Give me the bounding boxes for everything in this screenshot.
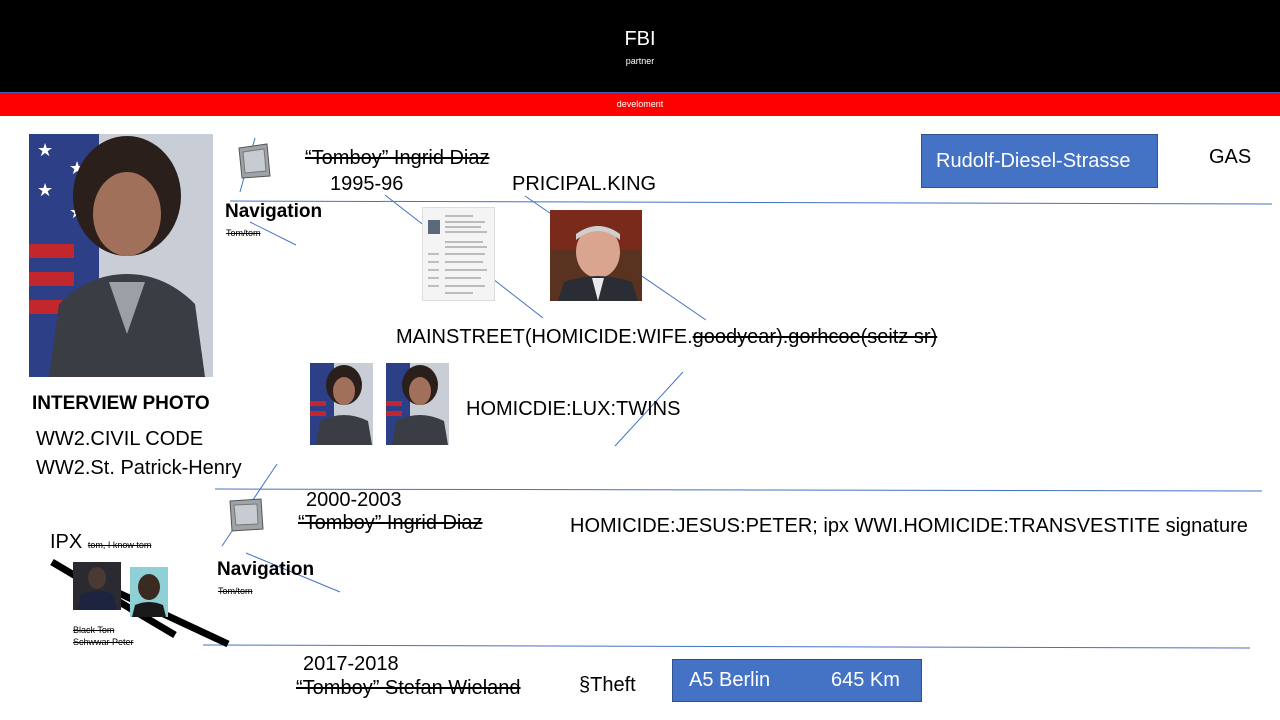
- gps-device-icon: [236, 142, 272, 180]
- divider-line-1: [229, 200, 1273, 205]
- gas-label: GAS: [1209, 146, 1252, 168]
- interview-photo-caption: INTERVIEW PHOTO: [32, 393, 210, 414]
- king-portrait-photo: [550, 210, 642, 301]
- divider-line-3: [202, 644, 1251, 649]
- ipx-text: IPX: [50, 531, 83, 553]
- suspect-photo-2: [130, 567, 168, 617]
- theft-label: §Theft: [579, 674, 636, 696]
- suspect-caption-1: Black Tom: [73, 625, 115, 635]
- suspect-name-3: “Tomboy” Stefan Wieland: [296, 677, 521, 699]
- suspect-name-2: “Tomboy” Ingrid Diaz: [298, 512, 483, 534]
- ipx-label: IPX tom, I know tom: [50, 531, 151, 554]
- ipx-note: tom, I know tom: [87, 540, 152, 550]
- svg-text:★: ★: [37, 180, 53, 201]
- svg-text:★: ★: [37, 140, 53, 161]
- street-box: Rudolf-Diesel-Strasse: [921, 134, 1158, 188]
- route-road: A5 Berlin: [689, 669, 771, 691]
- suspect-photo-1: [73, 562, 121, 610]
- mainstreet-text: MAINSTREET(HOMICIDE:WIFE.goodyear).gorhc…: [396, 326, 937, 349]
- route-distance: 645 Km: [831, 669, 900, 691]
- navigation-label: Navigation: [225, 201, 323, 222]
- street-box-label: Rudolf-Diesel-Strasse: [936, 150, 1131, 172]
- navigation-label-2: Navigation: [217, 559, 315, 580]
- period-years-2: 2000-2003: [306, 489, 402, 511]
- period-years-3: 2017-2018: [303, 653, 399, 675]
- homicide-text: HOMICIDE:JESUS:PETER; ipx WWI.HOMICIDE:T…: [570, 515, 1248, 537]
- mainstreet-struck: goodyear).gorhcoe(seitz sr): [692, 326, 938, 348]
- route-box: A5 Berlin 645 Km: [672, 659, 922, 702]
- period-years: 1995-96: [330, 173, 404, 195]
- gps-device-icon: [227, 497, 265, 533]
- principal-label: PRICIPAL.KING: [512, 173, 657, 195]
- resume-document-thumbnail: [422, 207, 495, 301]
- small-portrait-photo-2: [386, 363, 449, 445]
- small-portrait-photo-1: [310, 363, 373, 445]
- navigation-sublabel: Tom/tom: [226, 228, 261, 238]
- suspect-name: “Tomboy” Ingrid Diaz: [305, 147, 490, 169]
- suspect-caption-2: Schwwar Peter: [73, 637, 134, 647]
- interview-photo: ★ ★ ★ ★: [29, 134, 213, 377]
- civil-code-text: WW2.CIVIL CODE: [36, 428, 204, 450]
- cross-out-line: [106, 584, 230, 648]
- twins-text: HOMICDIE:LUX:TWINS: [466, 398, 681, 420]
- navigation-sublabel-2: Tom/tom: [218, 586, 253, 596]
- mainstreet-plain: MAINSTREET(HOMICIDE:WIFE.: [396, 326, 693, 348]
- patrick-henry-text: WW2.St. Patrick-Henry: [36, 457, 242, 479]
